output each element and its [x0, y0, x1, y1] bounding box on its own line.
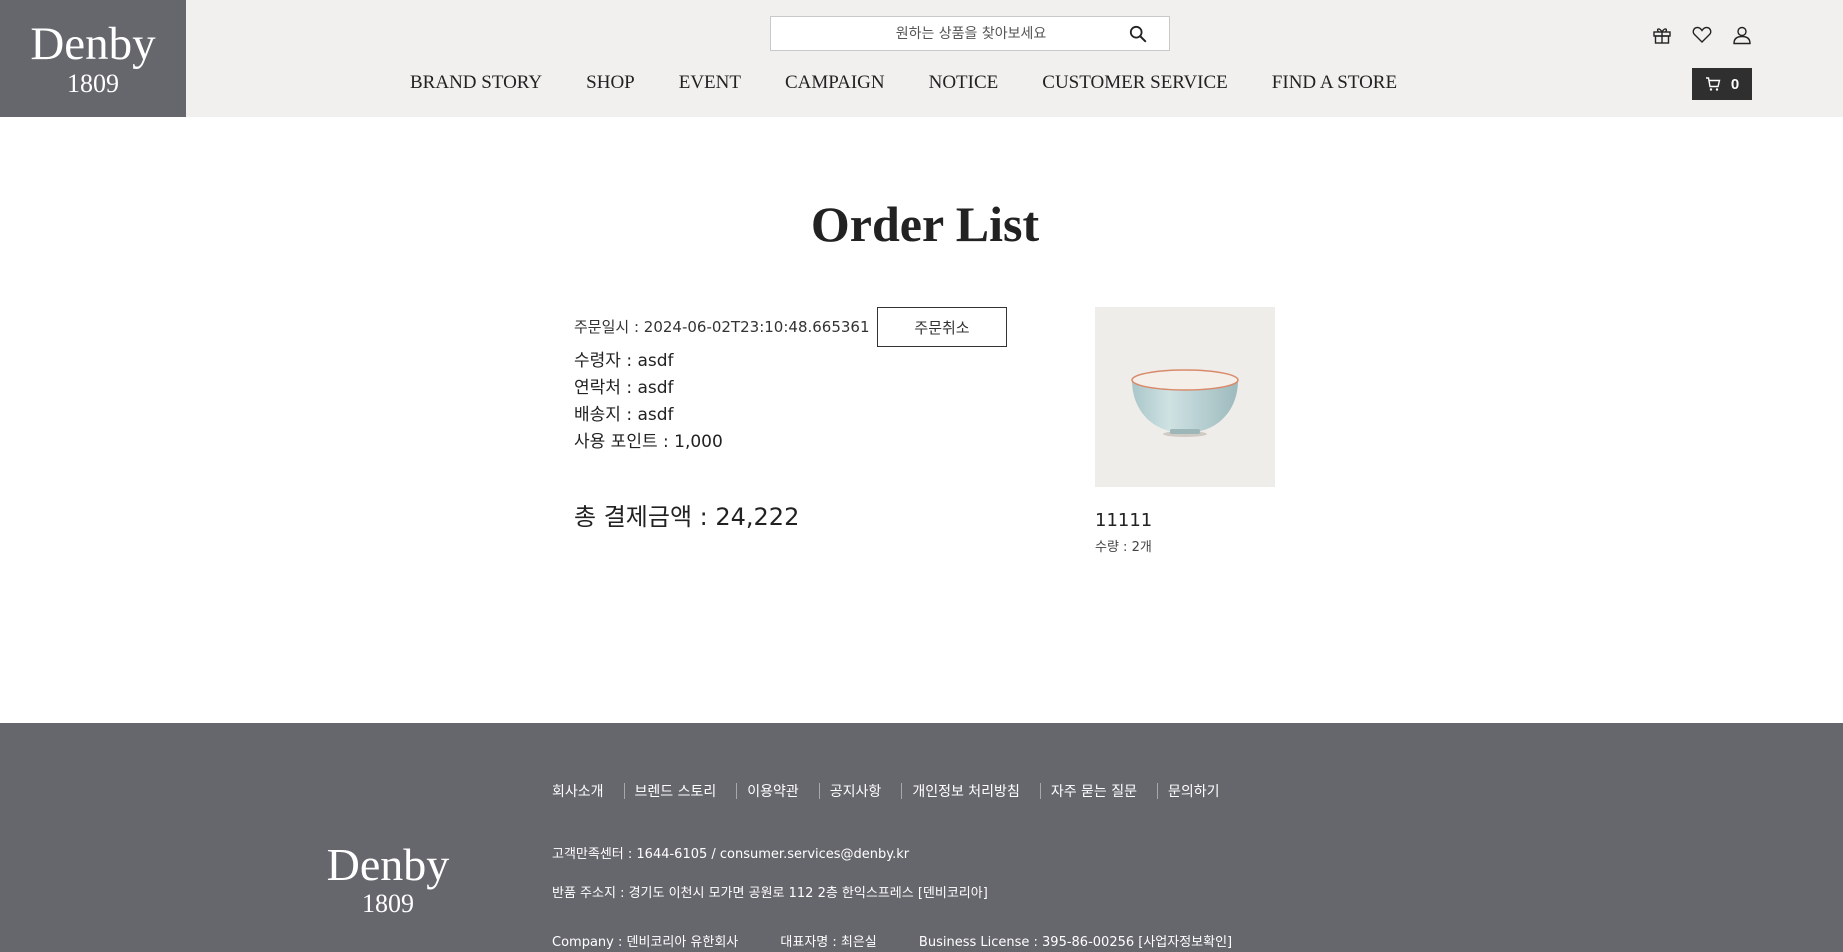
cart-count: 0 — [1730, 75, 1740, 93]
cart-button[interactable]: 0 — [1692, 68, 1752, 100]
total-payment: 총 결제금액 : 24,222 — [574, 503, 800, 531]
ceo-name: 대표자명 : 최은실 — [780, 935, 877, 950]
customer-service-info: 고객만족센터 : 1644-6105 / consumer.services@d… — [552, 847, 910, 862]
return-address: 반품 주소지 : 경기도 이천시 모가면 공원로 112 2층 한익스프레스 [… — [552, 886, 988, 901]
nav-campaign[interactable]: CAMPAIGN — [785, 70, 885, 96]
cancel-order-button[interactable]: 주문취소 — [877, 307, 1007, 347]
divider — [818, 783, 820, 799]
heart-icon[interactable] — [1691, 24, 1713, 46]
business-license[interactable]: Business License : 395-86-00256 [사업자정보확인… — [919, 935, 1232, 950]
footer-link-privacy[interactable]: 개인정보 처리방침 — [912, 781, 1020, 801]
recipient: 수령자 : asdf — [574, 351, 674, 371]
footer-link-brand-story[interactable]: 브렌드 스토리 — [635, 781, 717, 801]
site-header: Denby 1809 BRAND STORY SHOP EVENT CAMPAI… — [0, 0, 1843, 117]
used-points: 사용 포인트 : 1,000 — [574, 432, 723, 452]
product-image[interactable] — [1095, 307, 1275, 487]
nav-event[interactable]: EVENT — [679, 70, 741, 96]
company-info: Company : 덴비코리아 유한회사 대표자명 : 최은실 Business… — [552, 931, 1270, 950]
shipping-address: 배송지 : asdf — [574, 405, 674, 425]
footer-link-terms[interactable]: 이용약관 — [747, 781, 799, 801]
footer-logo: Denby 1809 — [320, 841, 456, 919]
cart-icon — [1705, 77, 1721, 91]
logo-year: 1809 — [67, 69, 119, 98]
gift-icon[interactable] — [1651, 24, 1673, 46]
footer-logo-name: Denby — [326, 839, 450, 890]
divider — [736, 783, 738, 799]
company-name: Company : 덴비코리아 유한회사 — [552, 935, 739, 950]
nav-shop[interactable]: SHOP — [586, 70, 635, 96]
logo-name: Denby — [30, 18, 156, 70]
main-nav: BRAND STORY SHOP EVENT CAMPAIGN NOTICE C… — [410, 70, 1397, 96]
nav-customer-service[interactable]: CUSTOMER SERVICE — [1042, 70, 1228, 96]
page-title: Order List — [810, 196, 1040, 252]
search-icon[interactable] — [1129, 25, 1147, 43]
footer-link-inquiry[interactable]: 문의하기 — [1168, 781, 1220, 801]
divider — [1157, 783, 1159, 799]
search-box — [770, 16, 1170, 51]
denby-logo[interactable]: Denby 1809 — [0, 0, 186, 117]
header-icons — [1651, 24, 1771, 46]
footer-link-company[interactable]: 회사소개 — [552, 781, 604, 801]
nav-find-a-store[interactable]: FIND A STORE — [1272, 70, 1397, 96]
divider — [1039, 783, 1041, 799]
order-date: 주문일시 : 2024-06-02T23:10:48.665361 — [574, 318, 870, 336]
search-input[interactable] — [771, 17, 1131, 50]
nav-notice[interactable]: NOTICE — [929, 70, 999, 96]
footer-link-notice[interactable]: 공지사항 — [830, 781, 882, 801]
user-icon[interactable] — [1731, 24, 1753, 46]
contact: 연락처 : asdf — [574, 378, 674, 398]
product-name[interactable]: 11111 — [1095, 510, 1152, 531]
footer-link-faq[interactable]: 자주 묻는 질문 — [1051, 781, 1137, 801]
nav-brand-story[interactable]: BRAND STORY — [410, 70, 542, 96]
order-info: 수령자 : asdf 연락처 : asdf 배송지 : asdf 사용 포인트 … — [574, 349, 723, 457]
footer-logo-year: 1809 — [362, 889, 414, 918]
divider — [623, 783, 625, 799]
product-quantity: 수량 : 2개 — [1095, 540, 1152, 555]
bowl-image — [1131, 369, 1239, 437]
divider — [901, 783, 903, 799]
site-footer: 회사소개 브렌드 스토리 이용약관 공지사항 개인정보 처리방침 자주 묻는 질… — [0, 723, 1843, 952]
footer-links: 회사소개 브렌드 스토리 이용약관 공지사항 개인정보 처리방침 자주 묻는 질… — [552, 781, 1220, 801]
